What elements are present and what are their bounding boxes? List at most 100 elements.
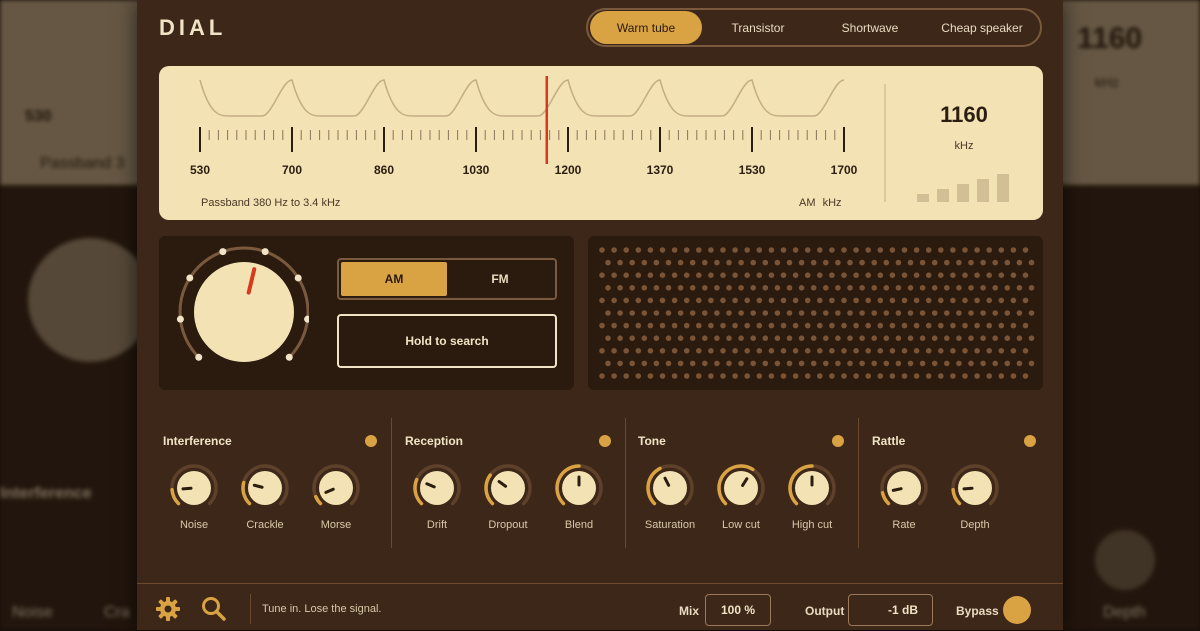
gear-icon[interactable]	[155, 596, 181, 622]
grille-hole	[810, 259, 817, 266]
tab-shortwave[interactable]: Shortwave	[814, 11, 926, 44]
knob-noise[interactable]: Noise	[159, 462, 229, 542]
knob-dial[interactable]	[553, 462, 605, 514]
grille-hole	[611, 373, 617, 379]
output-label: Output	[805, 604, 845, 618]
knob-blend[interactable]: Blend	[544, 462, 614, 542]
tab-cheap-speaker[interactable]: Cheap speaker	[926, 11, 1038, 44]
grille-hole	[853, 297, 859, 304]
tuning-knob-dot	[195, 353, 203, 361]
knob-dial[interactable]	[715, 462, 767, 514]
grille-hole	[780, 322, 787, 329]
tab-warm-tube[interactable]: Warm tube	[590, 11, 702, 44]
knob-low-cut[interactable]: Low cut	[706, 462, 776, 542]
grille-hole	[623, 348, 629, 354]
grille-hole	[798, 259, 805, 266]
grille-hole	[865, 272, 871, 278]
dial-tick-label: 860	[373, 163, 395, 177]
grille-hole	[641, 360, 648, 367]
grille-hole	[944, 285, 950, 291]
knob-label: Drift	[426, 519, 448, 531]
knob-crackle[interactable]: Crackle	[230, 462, 300, 542]
knob-dropout[interactable]: Dropout	[473, 462, 543, 542]
grille-hole	[665, 259, 672, 266]
grille-hole	[641, 310, 648, 316]
dial-tick-label: 530	[189, 163, 211, 177]
grille-hole	[744, 322, 750, 329]
mode-am-button[interactable]: AM	[341, 262, 447, 296]
grille-hole	[647, 247, 654, 253]
knob-label: Noise	[179, 519, 209, 531]
grille-hole	[810, 285, 817, 291]
grille-hole	[901, 348, 908, 354]
hold-to-search-button[interactable]: Hold to search	[337, 314, 557, 368]
mix-field[interactable]: 100 %	[705, 594, 771, 626]
knob-saturation[interactable]: Saturation	[635, 462, 705, 542]
grille-hole	[871, 259, 877, 266]
grille-hole	[998, 297, 1005, 304]
knob-dial[interactable]	[310, 462, 362, 514]
tuning-knob-dot	[186, 274, 194, 282]
search-icon[interactable]	[201, 596, 227, 622]
output-field[interactable]: -1 dB	[848, 594, 933, 626]
grille-hole	[714, 259, 720, 266]
grille-hole	[810, 360, 817, 367]
grille-hole	[792, 322, 799, 329]
grille-hole	[871, 360, 877, 367]
grille-hole	[980, 360, 986, 367]
knob-drift[interactable]: Drift	[402, 462, 472, 542]
knob-dial[interactable]	[482, 462, 534, 514]
grille-hole	[756, 373, 763, 379]
tuning-knob[interactable]	[159, 236, 309, 390]
tuning-display[interactable]: 530 700 860 1030 1200 1370 1530 1700 Passband 3…	[159, 66, 1043, 220]
grille-hole	[653, 310, 660, 316]
grille-hole	[750, 310, 756, 316]
grille-hole	[1004, 259, 1011, 266]
grille-hole	[835, 360, 841, 367]
knob-dial[interactable]	[239, 462, 291, 514]
grille-hole	[901, 272, 908, 278]
grille-hole	[950, 297, 956, 304]
grille-hole	[696, 297, 702, 304]
knob-dial[interactable]	[411, 462, 463, 514]
reception-enable-led[interactable]	[599, 435, 611, 447]
knob-high-cut[interactable]: High cut	[777, 462, 847, 542]
tab-transistor[interactable]: Transistor	[702, 11, 814, 44]
knob-dial[interactable]	[949, 462, 1001, 514]
grille-hole	[962, 272, 968, 278]
interference-enable-led[interactable]	[365, 435, 377, 447]
grille-hole	[841, 247, 847, 253]
grille-hole	[635, 272, 642, 278]
grille-hole	[1010, 272, 1017, 278]
grille-hole	[653, 285, 660, 291]
grille-hole	[726, 259, 732, 266]
grille-hole	[998, 272, 1005, 278]
knob-depth[interactable]: Depth	[940, 462, 1010, 542]
grille-hole	[817, 247, 823, 253]
grille-hole	[956, 285, 962, 291]
footer-divider	[250, 594, 251, 624]
knob-morse[interactable]: Morse	[301, 462, 371, 542]
knob-dial[interactable]	[644, 462, 696, 514]
section-title-reception: Reception	[405, 434, 464, 448]
grille-hole	[677, 310, 684, 316]
grille-hole	[702, 335, 708, 341]
knob-dial[interactable]	[878, 462, 930, 514]
knob-dial[interactable]	[168, 462, 220, 514]
grille-hole	[804, 322, 811, 329]
rattle-enable-led[interactable]	[1024, 435, 1036, 447]
grille-hole	[931, 335, 938, 341]
knob-dial[interactable]	[786, 462, 838, 514]
grille-hole	[925, 322, 932, 329]
grille-hole	[726, 335, 732, 341]
tone-enable-led[interactable]	[832, 435, 844, 447]
bypass-toggle[interactable]	[1003, 596, 1031, 624]
mode-fm-button[interactable]: FM	[447, 262, 553, 296]
grille-hole	[1028, 310, 1035, 316]
grille-hole	[762, 360, 769, 367]
knob-rate[interactable]: Rate	[869, 462, 939, 542]
grille-hole	[859, 285, 865, 291]
section-divider	[625, 418, 626, 548]
grille-hole	[798, 360, 805, 367]
grille-hole	[956, 360, 962, 367]
